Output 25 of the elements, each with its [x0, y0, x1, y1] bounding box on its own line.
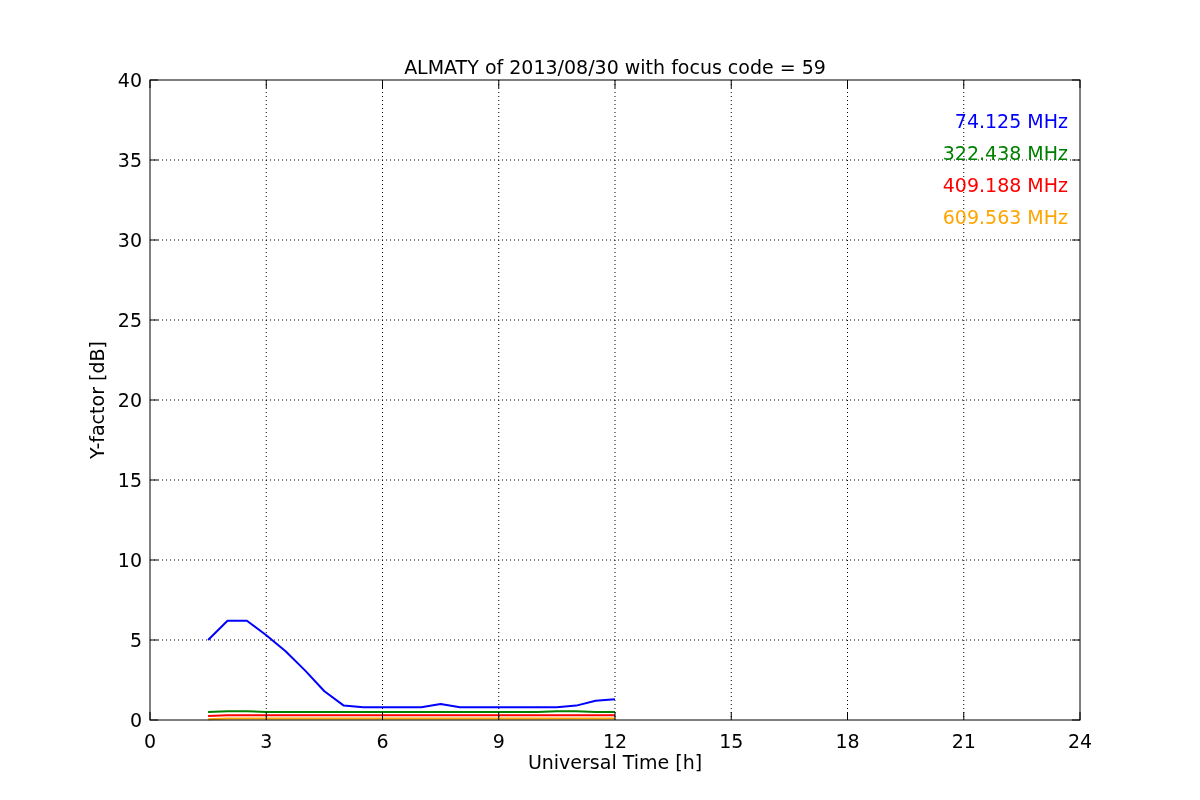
y-tick-label: 30: [117, 229, 142, 251]
y-tick-label: 0: [129, 709, 142, 731]
chart-title: ALMATY of 2013/08/30 with focus code = 59: [404, 56, 826, 78]
y-tick-label: 20: [117, 389, 142, 411]
x-tick-label: 9: [492, 730, 505, 752]
y-tick-label: 35: [117, 149, 142, 171]
legend-label: 409.188 MHz: [942, 174, 1068, 196]
y-tick-label: 40: [117, 69, 142, 91]
legend-label: 322.438 MHz: [942, 142, 1068, 164]
x-tick-label: 6: [376, 730, 389, 752]
legend-label: 609.563 MHz: [942, 206, 1068, 228]
y-tick-label: 10: [117, 549, 142, 571]
x-axis-label: Universal Time [h]: [527, 751, 703, 773]
y-tick-label: 5: [129, 629, 142, 651]
x-tick-label: 18: [835, 730, 860, 752]
x-tick-label: 24: [1067, 730, 1093, 752]
x-tick-label: 12: [602, 730, 628, 752]
x-tick-label: 3: [260, 730, 273, 752]
x-tick-label: 0: [143, 730, 157, 752]
legend-label: 74.125 MHz: [954, 110, 1068, 132]
y-axis-label: Y-factor [dB]: [86, 341, 108, 459]
x-tick-label: 21: [951, 730, 976, 752]
y-tick-label: 15: [117, 469, 142, 491]
x-tick-label: 15: [719, 730, 744, 752]
y-tick-label: 25: [117, 309, 142, 331]
